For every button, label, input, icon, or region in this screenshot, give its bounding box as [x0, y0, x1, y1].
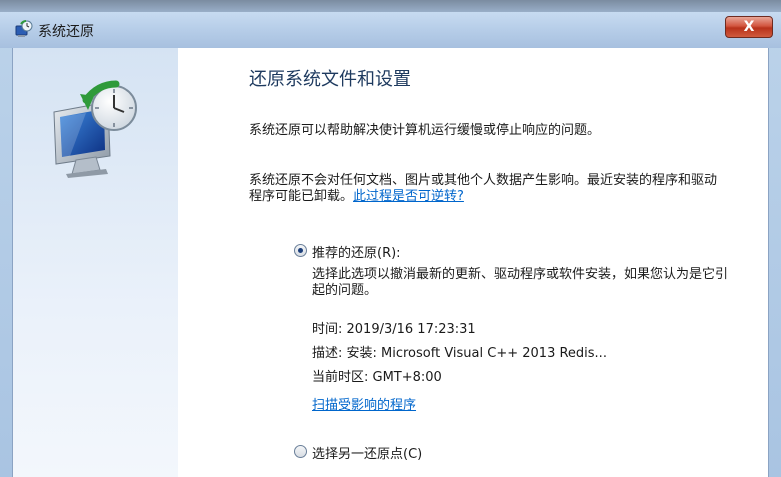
restore-timezone: 当前时区: GMT+8:00 — [312, 370, 442, 385]
recommended-restore-radio[interactable] — [294, 244, 307, 257]
intro-text: 系统还原可以帮助解决使计算机运行缓慢或停止响应的问题。 — [249, 123, 601, 138]
window-title: 系统还原 — [38, 24, 94, 40]
notice-body: 系统还原不会对任何文档、图片或其他个人数据产生影响。最近安装的程序和驱动程序可能… — [249, 173, 718, 204]
scan-affected-programs-link[interactable]: 扫描受影响的程序 — [312, 394, 416, 413]
choose-different-restore-point-radio[interactable] — [294, 445, 307, 458]
system-restore-window: 系统还原 X 还原系统文件和设置 系统还原可以帮助解决使计算机运行缓慢或停止响应… — [0, 0, 781, 477]
recommended-restore-label[interactable]: 推荐的还原(R): — [312, 242, 401, 261]
notice-text: 系统还原不会对任何文档、图片或其他个人数据产生影响。最近安装的程序和驱动程序可能… — [249, 173, 719, 205]
choose-different-restore-point-label[interactable]: 选择另一还原点(C) — [312, 443, 422, 462]
left-banner-pane — [13, 48, 178, 477]
recommended-restore-description: 选择此选项以撤消最新的更新、驱动程序或软件安装，如果您认为是它引起的问题。 — [312, 267, 729, 298]
dialog-client-area: 还原系统文件和设置 系统还原可以帮助解决使计算机运行缓慢或停止响应的问题。 系统… — [12, 48, 769, 477]
page-title: 还原系统文件和设置 — [249, 69, 411, 90]
restore-description: 描述: 安装: Microsoft Visual C++ 2013 Redis.… — [312, 346, 607, 361]
reversible-help-link[interactable]: 此过程是否可逆转? — [353, 189, 464, 204]
restore-time: 时间: 2019/3/16 17:23:31 — [312, 322, 476, 337]
background-strip — [0, 0, 781, 12]
system-restore-monitor-clock-icon — [46, 78, 150, 182]
title-bar[interactable]: 系统还原 X — [0, 12, 781, 48]
close-button[interactable]: X — [725, 16, 773, 38]
system-restore-icon — [14, 20, 34, 40]
